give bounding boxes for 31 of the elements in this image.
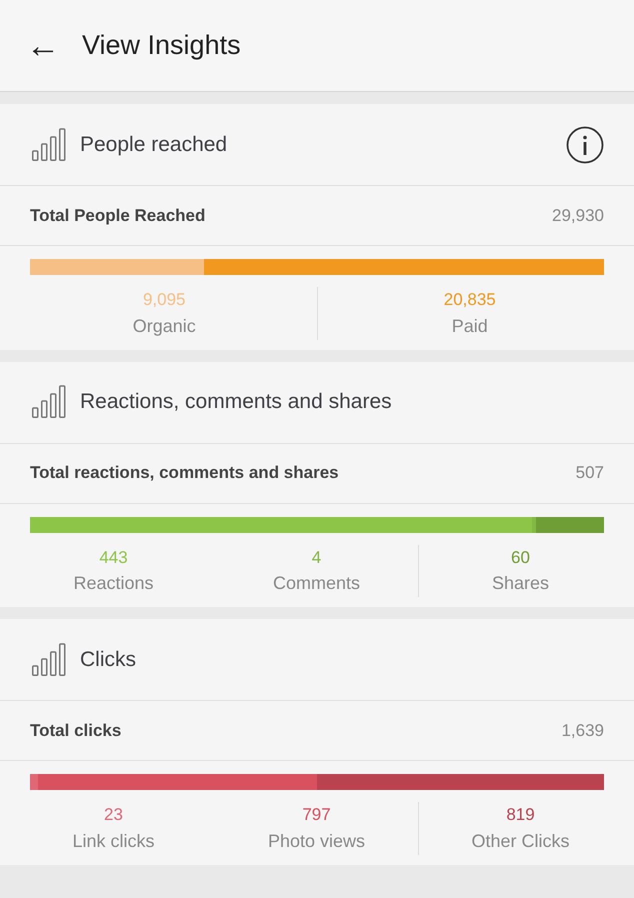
stat-value: 23 [103,804,124,826]
bar-chart-icon [30,126,66,162]
section-title: Clicks [80,646,136,673]
stat-label: Link clicks [71,830,156,852]
stat-label: Other Clicks [470,830,570,852]
bar-chart-icon [30,384,66,420]
total-label: Total clicks [30,720,122,742]
total-value: 29,930 [552,204,604,227]
info-icon[interactable] [566,126,604,164]
stat-value: 60 [510,546,531,568]
total-label: Total People Reached [30,204,206,227]
stat-value: 20,835 [442,289,497,311]
total-value: 1,639 [561,720,604,742]
stat-label: Shares [490,572,550,595]
stat-value: 797 [301,804,332,826]
section-title: People reached [80,132,228,158]
section-title: Reactions, comments and shares [80,389,392,416]
stat-label: Photo views [266,830,366,852]
stat-label: Organic [132,314,197,338]
back-button[interactable]: ← [26,28,60,62]
total-label: Total reactions, comments and shares [30,462,339,484]
page-title: View Insights [82,29,241,62]
bar-chart-icon [30,642,66,678]
stat-value: 4 [310,546,322,568]
stat-value: 819 [505,804,536,826]
stat-label: Reactions [72,572,155,595]
stat-value: 443 [98,546,129,568]
stat-label: Paid [450,314,489,338]
stat-label: Comments [272,572,362,595]
stat-value: 9,095 [142,289,187,311]
total-value: 507 [576,462,604,484]
